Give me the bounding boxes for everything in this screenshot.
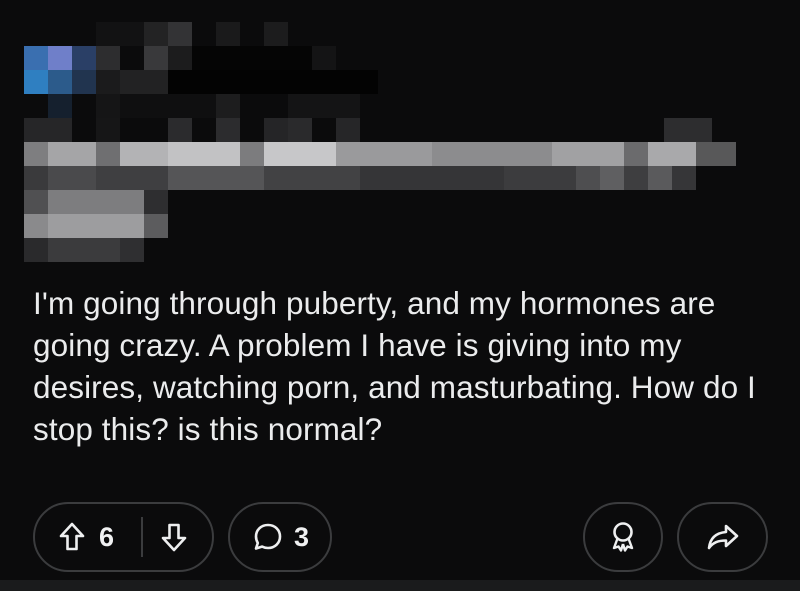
award-icon (608, 520, 638, 554)
arrow-up-icon[interactable] (57, 517, 87, 557)
speech-bubble-icon (251, 517, 285, 557)
arrow-down-icon[interactable] (159, 517, 189, 557)
vote-score: 6 (99, 521, 115, 552)
award-button[interactable] (583, 502, 663, 572)
vote-divider (141, 517, 143, 557)
bottom-divider (0, 580, 800, 591)
post-card: I'm going through puberty, and my hormon… (0, 0, 800, 580)
comment-count: 3 (294, 521, 310, 552)
redacted-header (0, 0, 800, 270)
share-button[interactable] (677, 502, 768, 572)
comments-button[interactable]: 3 (228, 502, 332, 572)
vote-control: 6 (33, 502, 214, 572)
share-arrow-icon (706, 522, 740, 552)
action-bar: 6 3 (0, 502, 800, 574)
post-body: I'm going through puberty, and my hormon… (33, 285, 756, 447)
